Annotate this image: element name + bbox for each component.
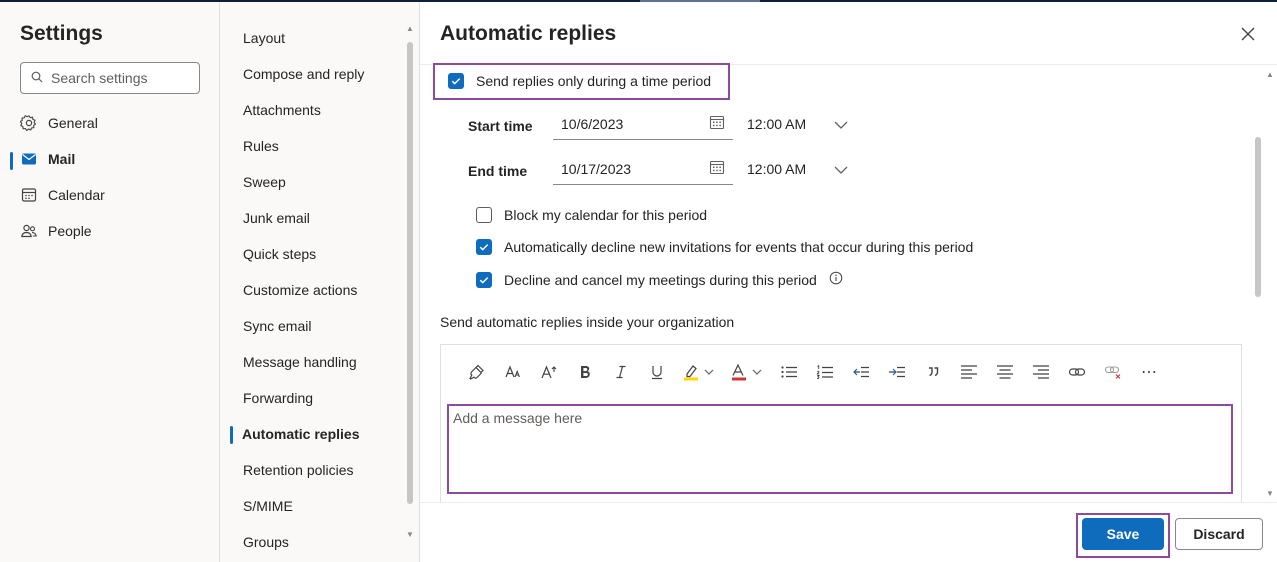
start-date-field[interactable]: 10/6/2023 [553, 108, 733, 140]
calendar-icon [20, 186, 38, 204]
more-options-icon[interactable]: ⋯ [1131, 356, 1167, 388]
discard-button[interactable]: Discard [1175, 518, 1263, 550]
numbering-icon[interactable] [807, 356, 843, 388]
people-icon [20, 222, 38, 240]
bullets-icon[interactable] [771, 356, 807, 388]
category-mail[interactable]: Mail [20, 150, 75, 168]
info-icon[interactable] [829, 271, 843, 288]
category-mail-label: Mail [48, 151, 76, 167]
chevron-down-icon [834, 116, 848, 132]
panel-scroll-up-arrow[interactable]: ▲ [1266, 70, 1274, 79]
category-calendar-label: Calendar [48, 187, 105, 203]
search-settings-placeholder: Search settings [51, 70, 148, 86]
panel-title: Automatic replies [440, 22, 617, 45]
active-nav-indicator [230, 426, 233, 444]
format-painter-icon[interactable] [459, 356, 495, 388]
decrease-indent-icon[interactable] [843, 356, 879, 388]
chevron-down-icon [834, 161, 848, 177]
time-period-option[interactable]: Send replies only during a time period [448, 73, 711, 89]
settings-title: Settings [20, 22, 103, 45]
nav-scroll-up-arrow[interactable]: ▲ [406, 24, 414, 33]
automatic-replies-panel: Automatic replies ▲ ▼ Send replies only … [420, 2, 1277, 562]
nav-item-customize-actions[interactable]: Customize actions [243, 282, 357, 298]
save-button[interactable]: Save [1082, 518, 1164, 550]
end-date-value: 10/17/2023 [561, 160, 632, 177]
nav-scroll-down-arrow[interactable]: ▼ [406, 530, 414, 539]
mail-settings-nav: Layout Compose and reply Attachments Rul… [220, 2, 420, 562]
start-time-dropdown[interactable]: 12:00 AM [747, 116, 848, 132]
underline-icon[interactable] [639, 356, 675, 388]
end-date-field[interactable]: 10/17/2023 [553, 153, 733, 185]
category-general-label: General [48, 115, 98, 131]
quote-icon[interactable] [915, 356, 951, 388]
nav-item-smime[interactable]: S/MIME [243, 498, 293, 514]
highlight-icon[interactable] [675, 356, 723, 388]
category-calendar[interactable]: Calendar [20, 186, 105, 204]
align-center-icon[interactable] [987, 356, 1023, 388]
end-time-dropdown[interactable]: 12:00 AM [747, 161, 848, 177]
panel-scroll-down-arrow[interactable]: ▼ [1266, 489, 1274, 498]
time-period-label: Send replies only during a time period [476, 73, 712, 89]
nav-item-message-handling[interactable]: Message handling [243, 354, 357, 370]
block-calendar-option[interactable]: Block my calendar for this period [476, 207, 707, 223]
nav-item-groups[interactable]: Groups [243, 534, 289, 550]
font-icon[interactable] [495, 356, 531, 388]
nav-item-forwarding[interactable]: Forwarding [243, 390, 313, 406]
increase-indent-icon[interactable] [879, 356, 915, 388]
time-period-checkbox[interactable] [448, 73, 464, 89]
settings-categories-pane: Settings Search settings General Mail Ca… [0, 2, 220, 562]
gear-icon [20, 114, 38, 132]
decline-invitations-label: Automatically decline new invitations fo… [504, 239, 974, 255]
decline-cancel-meetings-label: Decline and cancel my meetings during th… [504, 271, 817, 288]
search-icon [31, 70, 43, 86]
decline-cancel-meetings-checkbox[interactable] [476, 271, 492, 288]
start-time-value: 12:00 AM [747, 116, 807, 132]
start-time-label: Start time [468, 118, 533, 134]
nav-item-compose-and-reply[interactable]: Compose and reply [243, 66, 364, 82]
inside-org-label: Send automatic replies inside your organ… [440, 314, 735, 330]
remove-link-icon[interactable] [1095, 356, 1131, 388]
close-icon[interactable] [1238, 24, 1258, 44]
nav-item-junk-email[interactable]: Junk email [243, 210, 310, 226]
block-calendar-checkbox[interactable] [476, 207, 492, 223]
category-people[interactable]: People [20, 222, 92, 240]
active-category-indicator [10, 152, 13, 170]
search-settings-input[interactable]: Search settings [20, 62, 200, 94]
panel-footer: Save Discard [420, 502, 1277, 562]
decline-invitations-checkbox[interactable] [476, 239, 492, 255]
nav-item-sync-email[interactable]: Sync email [243, 318, 311, 334]
start-date-value: 10/6/2023 [561, 115, 624, 132]
formatting-toolbar: ⋯ [441, 345, 1241, 399]
link-icon[interactable] [1059, 356, 1095, 388]
nav-item-quick-steps[interactable]: Quick steps [243, 246, 316, 262]
end-time-label: End time [468, 163, 528, 179]
bold-icon[interactable] [567, 356, 603, 388]
italic-icon[interactable] [603, 356, 639, 388]
nav-item-attachments[interactable]: Attachments [243, 102, 321, 118]
category-general[interactable]: General [20, 114, 98, 132]
nav-item-automatic-replies[interactable]: Automatic replies [242, 426, 359, 442]
nav-scrollbar-thumb[interactable] [407, 42, 413, 504]
nav-item-rules[interactable]: Rules [243, 138, 279, 154]
panel-scrollbar-thumb[interactable] [1255, 137, 1261, 297]
message-input[interactable]: Add a message here [449, 406, 1231, 492]
align-left-icon[interactable] [951, 356, 987, 388]
align-right-icon[interactable] [1023, 356, 1059, 388]
nav-item-retention-policies[interactable]: Retention policies [243, 462, 354, 478]
end-time-value: 12:00 AM [747, 161, 807, 177]
font-color-icon[interactable] [723, 356, 771, 388]
font-size-icon[interactable] [531, 356, 567, 388]
calendar-picker-icon[interactable] [709, 159, 725, 178]
category-people-label: People [48, 223, 92, 239]
decline-invitations-option[interactable]: Automatically decline new invitations fo… [476, 239, 973, 255]
calendar-picker-icon[interactable] [709, 114, 725, 133]
block-calendar-label: Block my calendar for this period [504, 207, 708, 223]
decline-cancel-meetings-option[interactable]: Decline and cancel my meetings during th… [476, 271, 843, 288]
nav-item-sweep[interactable]: Sweep [243, 174, 286, 190]
nav-item-layout[interactable]: Layout [243, 30, 285, 46]
mail-icon [20, 150, 38, 168]
